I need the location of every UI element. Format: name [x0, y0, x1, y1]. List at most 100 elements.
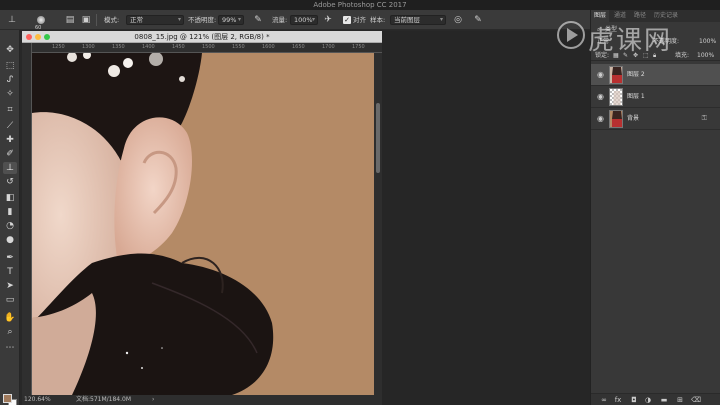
horizontal-ruler[interactable]: 1250 1300 1350 1400 1450 1500 1550 1600 1650 1700… — [32, 43, 382, 53]
watermark-play-icon — [557, 21, 585, 49]
layer-thumbnail — [609, 110, 623, 128]
crop-tool-icon[interactable]: ⌗ — [3, 104, 17, 116]
watermark-text: 虎课网 — [588, 26, 673, 56]
airbrush-icon[interactable]: ✈ — [322, 14, 334, 26]
stamp-icon[interactable]: ⊥ — [6, 14, 18, 26]
lock-icon[interactable]: ⚿ — [702, 114, 707, 123]
move-tool-icon[interactable]: ✥ — [3, 44, 17, 56]
ruler-tick-label: 1650 — [292, 44, 305, 50]
chevron-down-icon: ▾ — [177, 16, 181, 23]
brush-preset-picker[interactable]: 60 — [30, 14, 52, 31]
portrait-image — [32, 53, 374, 395]
opacity-value: 99% — [222, 16, 237, 24]
eye-icon[interactable]: ◉ — [597, 70, 604, 79]
hand-tool-icon[interactable]: ✋ — [3, 312, 17, 324]
options-bar: ⊥ 60 ▤ ▣ 模式: 正常 ▾ 不透明度: 99% ▾ ✎ 流量: 100% ▾ … — [0, 10, 590, 31]
sample-select[interactable]: 当前图层 ▾ — [390, 15, 446, 25]
lasso-tool-icon[interactable]: ᔑ — [3, 74, 17, 86]
adjustment-icon[interactable]: ◑ — [643, 396, 653, 404]
more-tools-icon[interactable]: ⋯ — [3, 342, 17, 354]
ruler-tick-label: 1500 — [202, 44, 215, 50]
flow-label: 流量: — [272, 16, 288, 24]
scrollbar-thumb[interactable] — [376, 103, 380, 173]
gradient-tool-icon[interactable]: ▮ — [3, 206, 17, 218]
clone-stamp-tool-icon[interactable]: ⊥ — [3, 162, 17, 174]
quick-select-tool-icon[interactable]: ✧ — [3, 88, 17, 100]
status-menu-arrow-icon[interactable]: › — [152, 395, 154, 405]
layer-thumbnail — [609, 88, 623, 106]
layer-thumbnail — [609, 66, 623, 84]
layer-row[interactable]: ◉ 图层 2 — [591, 64, 720, 86]
layer-name: 图层 1 — [627, 93, 645, 100]
mask-icon[interactable]: ◘ — [629, 396, 639, 404]
chevron-down-icon: ▾ — [439, 16, 443, 23]
layer-row[interactable]: ◉ 背景 ⚿ — [591, 108, 720, 130]
ignore-adjustment-icon[interactable]: ◎ — [452, 14, 464, 26]
blur-tool-icon[interactable]: ◔ — [3, 220, 17, 232]
vertical-ruler[interactable] — [22, 43, 32, 405]
flow-field[interactable]: 100% ▾ — [290, 15, 318, 25]
ruler-tick-label: 1450 — [172, 44, 185, 50]
fx-icon[interactable]: fx — [613, 396, 623, 404]
path-selection-tool-icon[interactable]: ➤ — [3, 280, 17, 292]
opacity-field[interactable]: 99% ▾ — [218, 15, 244, 25]
dodge-tool-icon[interactable]: ● — [3, 234, 17, 246]
opacity-label: 不透明度: — [188, 16, 217, 24]
link-icon[interactable]: ∞ — [599, 396, 609, 404]
mode-label: 模式: — [104, 16, 120, 24]
aligned-checkbox[interactable]: ✓ — [343, 16, 351, 24]
eye-icon[interactable]: ◉ — [597, 114, 604, 123]
chevron-down-icon: ▾ — [237, 16, 241, 23]
healing-brush-tool-icon[interactable]: ✚ — [3, 134, 17, 146]
app-title: Adobe Photoshop CC 2017 — [313, 1, 407, 9]
zoom-tool-icon[interactable]: ⌕ — [3, 326, 17, 338]
layer-name: 背景 — [627, 115, 640, 122]
foreground-color-swatch[interactable] — [3, 394, 12, 403]
vertical-scrollbar[interactable] — [374, 53, 382, 395]
document-tab[interactable]: 0808_15.jpg @ 121% (图层 2, RGB/8) * — [22, 31, 382, 43]
sample-label: 样本: — [370, 16, 386, 24]
eye-icon[interactable]: ◉ — [597, 92, 604, 101]
ruler-tick-label: 1350 — [112, 44, 125, 50]
chevron-down-icon: ▾ — [311, 16, 315, 23]
eraser-tool-icon[interactable]: ◧ — [3, 192, 17, 204]
ruler-tick-label: 1550 — [232, 44, 245, 50]
workspace-background — [382, 31, 590, 405]
ruler-tick-label: 1400 — [142, 44, 155, 50]
brush-settings-icon[interactable]: ▤ — [64, 14, 76, 26]
pen-tool-icon[interactable]: ✒ — [3, 252, 17, 264]
eyedropper-tool-icon[interactable]: ⟋ — [3, 120, 17, 132]
layers-panel: 图层 通道 路径 历史记录 ⌕ 类型 正常 不透明度: 100% 锁定: ▦ ✎… — [590, 10, 720, 405]
mode-value: 正常 — [130, 16, 143, 24]
pressure-size-icon[interactable]: ✎ — [472, 14, 484, 26]
tools-panel: ✥ ⬚ ᔑ ✧ ⌗ ⟋ ✚ ✐ ⊥ ↺ ◧ ▮ ◔ ● ✒ T ➤ ▭ ✋ ⌕ … — [0, 30, 20, 405]
shape-tool-icon[interactable]: ▭ — [3, 294, 17, 306]
layer-row[interactable]: ◉ 图层 1 — [591, 86, 720, 108]
mode-select[interactable]: 正常 ▾ — [126, 15, 184, 25]
ruler-tick-label: 1250 — [52, 44, 65, 50]
ruler-tick-label: 1600 — [262, 44, 275, 50]
pressure-opacity-icon[interactable]: ✎ — [252, 14, 264, 26]
marquee-tool-icon[interactable]: ⬚ — [3, 60, 17, 72]
type-tool-icon[interactable]: T — [3, 266, 17, 278]
brush-tool-icon[interactable]: ✐ — [3, 148, 17, 160]
aligned-label: 对齐 — [353, 16, 366, 24]
ruler-tick-label: 1750 — [352, 44, 365, 50]
separator — [96, 14, 97, 26]
history-brush-tool-icon[interactable]: ↺ — [3, 176, 17, 188]
document-window: 0808_15.jpg @ 121% (图层 2, RGB/8) * 1250 1… — [22, 31, 382, 405]
document-title: 0808_15.jpg @ 121% (图层 2, RGB/8) * — [134, 33, 270, 41]
watermark-logo: 虎课网 — [548, 14, 718, 58]
zoom-level[interactable]: 120.64% — [24, 395, 51, 405]
document-size: 文档:571M/184.0M — [76, 396, 132, 403]
image-canvas[interactable] — [32, 53, 374, 395]
sample-value: 当前图层 — [394, 16, 420, 24]
layers-panel-footer: ∞ fx ◘ ◑ ▬ ⊞ ⌫ — [591, 393, 720, 405]
ruler-tick-label: 1700 — [322, 44, 335, 50]
ruler-tick-label: 1300 — [82, 44, 95, 50]
folder-icon[interactable]: ▬ — [659, 396, 669, 404]
title-bar: Adobe Photoshop CC 2017 — [0, 0, 720, 10]
trash-icon[interactable]: ⌫ — [691, 396, 701, 404]
new-layer-icon[interactable]: ⊞ — [675, 396, 685, 404]
clone-source-icon[interactable]: ▣ — [80, 14, 92, 26]
